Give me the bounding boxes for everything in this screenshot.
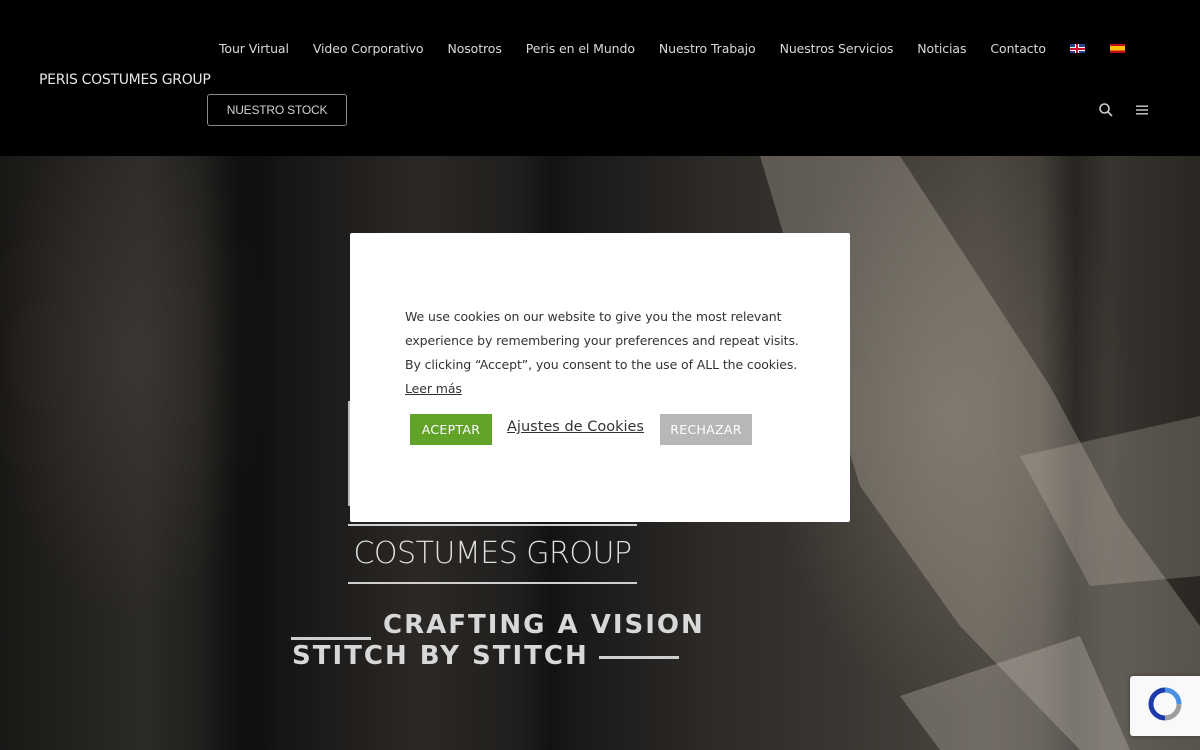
tagline-rule-right — [599, 656, 679, 659]
flag-es-icon[interactable] — [1109, 44, 1125, 53]
accept-cookies-button[interactable]: ACEPTAR — [410, 414, 492, 445]
nav-item-noticias[interactable]: Noticias — [917, 41, 966, 56]
nav-item-nosotros[interactable]: Nosotros — [447, 41, 501, 56]
nav-item-nuestro-trabajo[interactable]: Nuestro Trabajo — [659, 41, 756, 56]
hero-logo-rule-top — [348, 524, 637, 526]
hero-brand-text: COSTUMES GROUP — [353, 536, 632, 571]
nav-item-contacto[interactable]: Contacto — [990, 41, 1046, 56]
recaptcha-badge[interactable] — [1130, 676, 1200, 736]
cookie-consent-modal: We use cookies on our website to give yo… — [350, 233, 850, 522]
read-more-link[interactable]: Leer más — [405, 381, 462, 396]
reject-cookies-button[interactable]: RECHAZAR — [660, 414, 752, 445]
cookie-message: We use cookies on our website to give yo… — [405, 309, 799, 372]
site-header: PERIS COSTUMES GROUP Tour Virtual Video … — [0, 0, 1200, 156]
nav-item-video-corporativo[interactable]: Video Corporativo — [313, 41, 424, 56]
nuestro-stock-button[interactable]: NUESTRO STOCK — [207, 94, 347, 126]
cookie-settings-link[interactable]: Ajustes de Cookies — [507, 419, 644, 435]
flag-en-icon[interactable] — [1069, 44, 1085, 53]
main-nav: Tour Virtual Video Corporativo Nosotros … — [219, 41, 1125, 56]
nav-item-peris-en-el-mundo[interactable]: Peris en el Mundo — [526, 41, 635, 56]
nav-item-tour-virtual[interactable]: Tour Virtual — [219, 41, 289, 56]
tagline-rule-left — [291, 637, 371, 640]
nav-item-nuestros-servicios[interactable]: Nuestros Servicios — [780, 41, 894, 56]
recaptcha-icon — [1146, 685, 1184, 727]
search-icon[interactable] — [1098, 102, 1114, 118]
menu-icon[interactable] — [1134, 102, 1150, 118]
site-logo[interactable]: PERIS COSTUMES GROUP — [39, 72, 211, 88]
cookie-message-block: We use cookies on our website to give yo… — [405, 305, 800, 401]
hero-tagline-line2: STITCH BY STITCH — [292, 641, 589, 671]
hero-logo-rule-bottom — [348, 582, 637, 584]
hero-tagline-line1: CRAFTING A VISION — [383, 610, 705, 640]
